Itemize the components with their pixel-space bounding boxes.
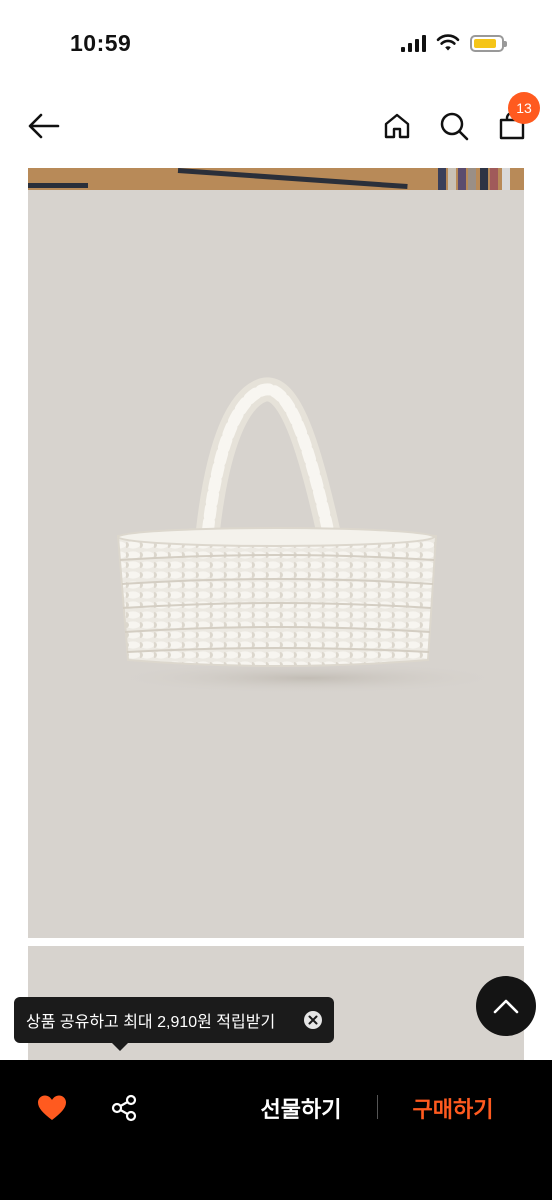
search-icon (440, 112, 469, 141)
product-image[interactable] (28, 168, 524, 938)
buy-button[interactable]: 구매하기 (398, 1088, 508, 1128)
cart-count-badge: 13 (508, 92, 540, 124)
status-icons (401, 34, 507, 52)
status-time: 10:59 (70, 30, 132, 56)
product-bag-illustration (108, 377, 508, 694)
signal-icon (401, 34, 426, 52)
share-icon (111, 1094, 137, 1122)
close-circle-icon (308, 1015, 318, 1025)
nav-bar (0, 96, 552, 156)
bottom-action-bar: 선물하기 구매하기 (0, 1060, 552, 1200)
share-button[interactable] (106, 1090, 142, 1126)
scroll-to-top-button[interactable] (476, 976, 536, 1036)
home-button[interactable] (377, 106, 417, 146)
back-button[interactable] (24, 106, 64, 146)
wifi-icon (436, 34, 460, 51)
chevron-up-icon (493, 999, 519, 1014)
arrow-left-icon (28, 113, 60, 139)
share-reward-tooltip: 상품 공유하고 최대 2,910원 적립받기 (14, 997, 334, 1051)
heart-icon (38, 1095, 66, 1120)
home-icon (384, 113, 410, 139)
like-button[interactable] (34, 1090, 70, 1126)
tooltip-text: 상품 공유하고 최대 2,910원 적립받기 (26, 1014, 276, 1031)
status-bar: 10:59 (0, 0, 552, 90)
tooltip-close-button[interactable] (304, 1011, 322, 1029)
battery-icon (470, 34, 507, 52)
image-top-strip (28, 168, 524, 190)
gift-button[interactable]: 선물하기 (246, 1088, 356, 1128)
search-button[interactable] (434, 106, 474, 146)
divider (377, 1095, 378, 1119)
battery-level (474, 38, 496, 48)
